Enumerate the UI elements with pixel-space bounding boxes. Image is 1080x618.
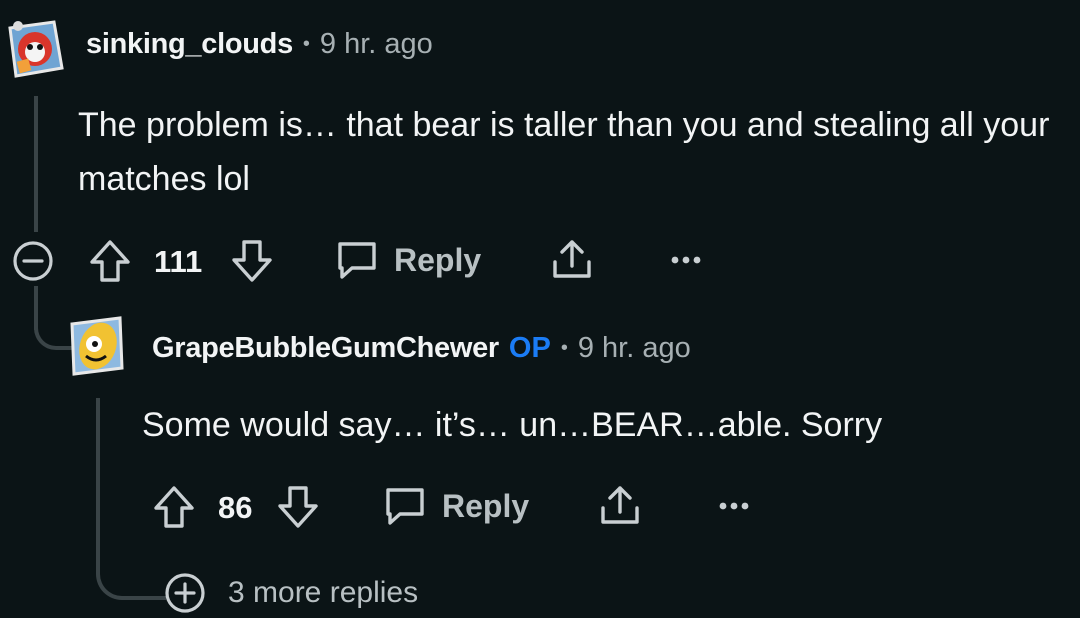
share-icon xyxy=(553,240,591,278)
expand-icon xyxy=(165,573,205,613)
more-icon xyxy=(719,502,749,510)
share-icon xyxy=(601,486,639,524)
more-options-button[interactable] xyxy=(668,250,704,270)
upvote-icon xyxy=(90,240,130,282)
upvote-button[interactable] xyxy=(88,238,132,284)
comment-body: The problem is… that bear is taller than… xyxy=(78,106,1050,198)
reply-avatar[interactable] xyxy=(66,312,126,378)
reply-author[interactable]: GrapeBubbleGumChewer xyxy=(152,332,499,365)
upvote-button[interactable] xyxy=(152,484,196,530)
reply-button[interactable]: Reply xyxy=(334,238,481,282)
vote-count: 86 xyxy=(218,490,253,525)
vote-count: 111 xyxy=(154,244,203,279)
thread-curve-more xyxy=(96,540,166,600)
more-replies-button[interactable]: 3 more replies xyxy=(164,572,418,614)
reply-timestamp: 9 hr. ago xyxy=(577,332,691,364)
share-button[interactable] xyxy=(598,484,642,528)
comment-author[interactable]: sinking_clouds xyxy=(86,28,293,61)
reply-body: Some would say… it’s… un…BEAR…able. Sorr… xyxy=(142,406,883,444)
meta-separator: • xyxy=(302,33,310,55)
share-button[interactable] xyxy=(550,238,594,282)
collapse-icon xyxy=(13,241,53,281)
more-replies-label: 3 more replies xyxy=(228,576,419,609)
avatar[interactable] xyxy=(4,14,64,78)
reply-label: Reply xyxy=(442,487,530,524)
more-options-button[interactable] xyxy=(716,496,752,516)
comment-timestamp: 9 hr. ago xyxy=(319,28,433,60)
downvote-button[interactable] xyxy=(230,238,274,284)
more-icon xyxy=(671,256,701,264)
comment-icon xyxy=(338,242,376,279)
reply-label: Reply xyxy=(394,241,482,278)
downvote-button[interactable] xyxy=(276,484,320,530)
comment-icon xyxy=(386,488,424,525)
op-badge: OP xyxy=(508,332,551,364)
thread-line-reply[interactable] xyxy=(96,398,100,548)
collapse-button[interactable] xyxy=(12,240,54,282)
reply-button[interactable]: Reply xyxy=(382,484,529,528)
upvote-icon xyxy=(154,486,194,528)
meta-separator: • xyxy=(560,337,568,359)
thread-line-main[interactable] xyxy=(34,96,38,232)
downvote-icon xyxy=(278,486,318,528)
downvote-icon xyxy=(232,240,272,282)
